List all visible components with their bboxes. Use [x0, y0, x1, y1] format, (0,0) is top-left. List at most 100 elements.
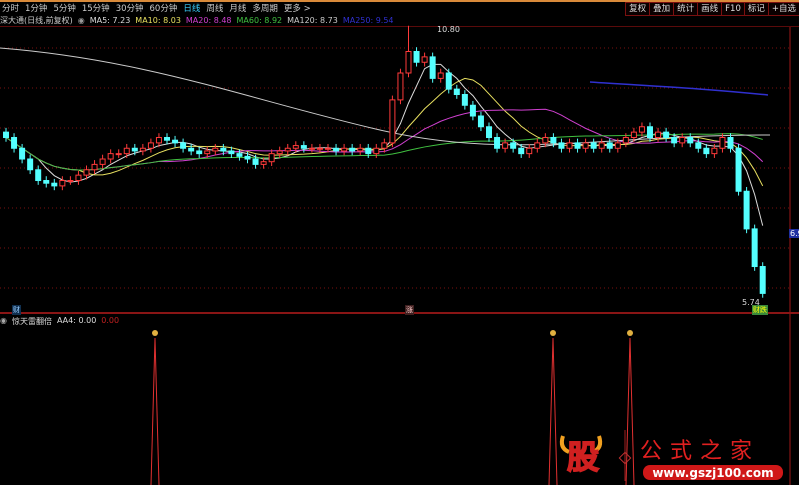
candle-down: [180, 142, 187, 149]
candle-up: [421, 56, 428, 63]
candle-up: [719, 137, 726, 149]
candle-up: [502, 142, 509, 149]
candle-down: [590, 142, 597, 149]
kline-chart[interactable]: [0, 0, 799, 485]
candle-up: [123, 147, 130, 155]
candle-down: [510, 142, 517, 149]
candle-down: [647, 126, 653, 139]
candle-up: [316, 147, 323, 150]
candle-up: [566, 142, 573, 149]
svg-text:股: 股: [567, 438, 599, 476]
candle-down: [244, 155, 251, 160]
candle-down: [486, 126, 492, 139]
signal-marker-icon: [627, 330, 633, 336]
candle-down: [300, 145, 307, 149]
candle-down: [574, 142, 581, 149]
candle-up: [83, 169, 90, 176]
axis-price-label: 6.9: [789, 229, 799, 238]
candle-down: [703, 147, 710, 155]
candle-down: [550, 137, 557, 144]
candle-up: [147, 142, 154, 149]
candle-down: [51, 182, 58, 187]
candle-down: [663, 131, 670, 139]
candle-up: [308, 147, 315, 150]
candle-up: [638, 126, 645, 133]
candle-up: [598, 142, 605, 149]
candle-down: [164, 137, 170, 141]
candle-down: [333, 147, 340, 152]
candle-up: [381, 142, 388, 149]
candle-up: [711, 147, 718, 155]
candle-down: [365, 147, 372, 155]
candle-up: [99, 158, 106, 165]
candle-up: [630, 131, 637, 139]
signal-spike: [150, 337, 160, 485]
marker-zhang: 涨: [405, 305, 414, 315]
candle-up: [373, 147, 380, 155]
candle-up: [325, 147, 331, 150]
candle-down: [172, 139, 179, 144]
candle-up: [397, 72, 404, 101]
candle-down: [11, 137, 18, 149]
candle-down: [445, 72, 452, 90]
marker-cai: 财: [12, 305, 21, 315]
candle-down: [453, 88, 460, 96]
candle-down: [252, 158, 259, 165]
svg-text:www.gszj100.com: www.gszj100.com: [652, 466, 773, 480]
candle-up: [622, 137, 629, 144]
high-price-label: 10.80: [437, 25, 460, 34]
candle-up: [139, 147, 146, 152]
candle-down: [19, 147, 26, 160]
candle-down: [3, 131, 9, 139]
candle-up: [260, 161, 267, 165]
candle-down: [735, 147, 742, 192]
candle-down: [558, 142, 565, 149]
candle-up: [679, 137, 686, 144]
candle-down: [518, 147, 525, 155]
candle-down: [236, 153, 243, 157]
ma120-line: [0, 47, 771, 146]
candle-up: [75, 174, 82, 182]
candle-down: [196, 150, 203, 155]
candle-up: [212, 147, 219, 152]
candle-down: [188, 147, 195, 152]
candle-down: [461, 94, 468, 106]
top-divider: [0, 26, 799, 27]
indicator-name: 惊天雷翻倍: [11, 317, 52, 326]
candle-up: [542, 137, 549, 144]
candle-up: [292, 145, 299, 149]
candle-down: [751, 228, 758, 268]
candle-down: [687, 137, 694, 144]
candle-up: [67, 180, 74, 183]
candle-down: [429, 56, 436, 79]
candle-down: [469, 104, 476, 117]
candle-down: [27, 158, 34, 171]
signal-marker-icon: [152, 330, 158, 336]
candle-up: [405, 51, 412, 74]
indicator-value2: 0.00: [101, 316, 120, 325]
candle-up: [268, 153, 275, 163]
candle-up: [437, 72, 444, 79]
marker-cai-die: 财跌: [752, 305, 768, 315]
candle-up: [284, 147, 291, 152]
gszj-watermark-logo: 股 公式之家 www.gszj100.com: [559, 430, 783, 481]
candle-up: [389, 99, 396, 144]
candle-up: [107, 153, 114, 160]
indicator-aa4: AA4: 0.00: [56, 316, 97, 325]
candle-down: [743, 190, 750, 230]
candle-up: [655, 131, 662, 139]
candle-down: [727, 137, 734, 149]
candle-up: [614, 142, 621, 149]
signal-marker-icon: [550, 330, 556, 336]
candle-up: [91, 163, 98, 171]
candle-down: [228, 150, 235, 155]
candle-down: [43, 180, 50, 184]
candle-up: [115, 153, 122, 156]
candle-up: [357, 147, 364, 152]
candle-down: [477, 115, 484, 128]
candle-up: [204, 150, 211, 155]
candle-up: [276, 150, 283, 155]
candle-down: [606, 142, 613, 149]
svg-text:公式之家: 公式之家: [640, 439, 760, 464]
candle-down: [759, 266, 766, 294]
